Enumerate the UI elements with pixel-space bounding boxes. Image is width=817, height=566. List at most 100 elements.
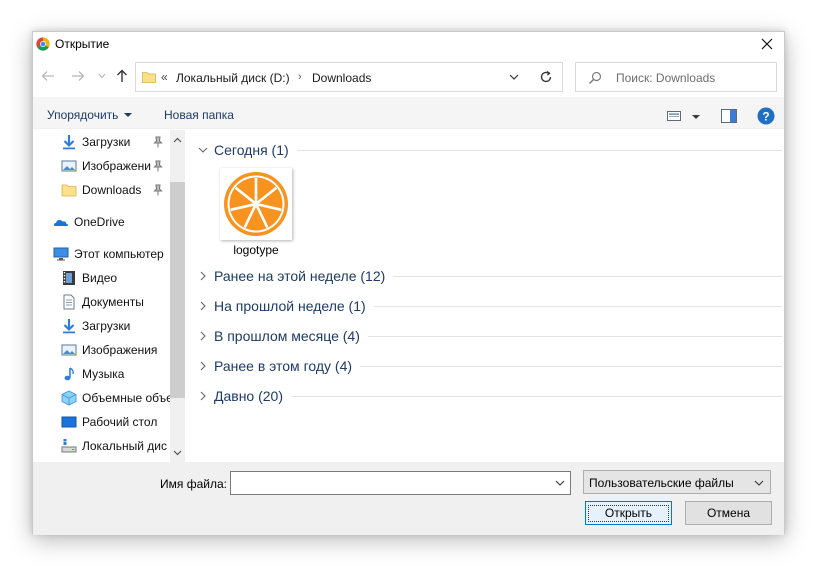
chevron-down-icon (173, 450, 182, 455)
view-caret-icon[interactable] (692, 115, 700, 119)
chevron-right-icon (200, 301, 206, 311)
computer-icon (53, 247, 69, 261)
arrow-right-icon (72, 71, 85, 81)
arrow-up-icon (117, 69, 127, 82)
group-label: Сегодня (1) (214, 142, 289, 158)
preview-pane-icon[interactable] (721, 109, 737, 123)
search-placeholder: Поиск: Downloads (616, 71, 716, 85)
sidebar-item-this-pc[interactable]: Этот компьютер (53, 243, 164, 265)
sidebar-item-pictures[interactable]: Изображения (61, 339, 157, 361)
group-long-ago[interactable]: Давно (20) (196, 386, 782, 406)
close-icon (761, 38, 773, 50)
pin-icon[interactable] (153, 184, 163, 196)
folder-icon (61, 184, 77, 197)
sidebar-item-local-disk[interactable]: Локальный дис (61, 435, 167, 457)
chevron-down-icon[interactable] (554, 477, 566, 489)
back-button[interactable] (39, 67, 57, 85)
arrow-left-icon (41, 71, 54, 81)
filename-input[interactable] (230, 471, 571, 495)
sidebar-item-video[interactable]: Видео (61, 267, 117, 289)
group-today[interactable]: Сегодня (1) (196, 140, 782, 160)
file-name[interactable]: logotype (213, 243, 299, 257)
sidebar-item-documents[interactable]: Документы (61, 291, 144, 313)
refresh-button[interactable] (535, 66, 557, 88)
title-bar: Открытие (33, 32, 784, 56)
sidebar-item-quick-pictures[interactable]: Изображени (61, 155, 151, 177)
chevron-down-icon (98, 73, 106, 79)
group-label: Ранее в этом году (4) (214, 358, 353, 374)
recent-locations-button[interactable] (93, 67, 111, 85)
scroll-down-button[interactable] (170, 445, 185, 460)
group-divider (360, 365, 782, 367)
group-divider (367, 335, 782, 337)
group-earlier-this-week[interactable]: Ранее на этой неделе (12) (196, 266, 782, 286)
group-last-week[interactable]: На прошлой неделе (1) (196, 296, 782, 316)
search-icon (589, 71, 602, 84)
address-overflow[interactable]: « (161, 70, 168, 84)
sidebar-item-onedrive[interactable]: OneDrive (53, 211, 125, 233)
chevron-down-icon (754, 480, 764, 486)
download-arrow-icon (63, 319, 75, 334)
help-icon[interactable]: ? (757, 107, 775, 125)
pictures-icon (61, 344, 77, 356)
group-label: Ранее на этой неделе (12) (214, 268, 386, 284)
forward-button[interactable] (69, 67, 87, 85)
address-bar[interactable]: « Локальный диск (D:) › Downloads (135, 62, 563, 92)
sidebar-item-label: Документы (82, 295, 144, 309)
chevron-down-icon[interactable] (506, 69, 522, 85)
command-toolbar: Упорядочить Новая папка ? (33, 97, 784, 129)
sidebar-item-quick-downloads-folder[interactable]: Downloads (61, 179, 141, 201)
file-thumbnail[interactable] (220, 168, 292, 240)
drive-icon (61, 439, 77, 453)
open-button-label: Открыть (587, 504, 670, 522)
group-label: На прошлой неделе (1) (214, 298, 366, 314)
new-folder-button[interactable]: Новая папка (164, 108, 234, 122)
sidebar-item-music[interactable]: Музыка (61, 363, 124, 385)
cancel-button[interactable]: Отмена (685, 501, 772, 525)
scroll-up-button[interactable] (170, 132, 185, 147)
pin-icon[interactable] (153, 160, 163, 172)
up-button[interactable] (113, 67, 131, 85)
group-earlier-this-year[interactable]: Ранее в этом году (4) (196, 356, 782, 376)
open-file-dialog: Открытие « Локальный диск (D:) › Downloa… (32, 31, 785, 535)
file-type-select[interactable]: Пользовательские файлы (583, 470, 771, 494)
breadcrumb-separator[interactable]: › (298, 71, 302, 83)
scrollbar-thumb[interactable] (170, 182, 185, 398)
sidebar-item-label: Изображения (82, 343, 158, 357)
group-divider (296, 149, 782, 151)
sidebar-scrollbar[interactable] (170, 130, 185, 462)
breadcrumb-local-disk[interactable]: Локальный диск (D:) (176, 71, 290, 85)
chrome-icon (36, 37, 50, 51)
sidebar-item-label: Видео (82, 271, 118, 285)
group-last-month[interactable]: В прошлом месяце (4) (196, 326, 782, 346)
navigation-pane: Загрузки Изображени Downloads OneDrive Э… (33, 130, 185, 462)
pin-icon[interactable] (153, 136, 163, 148)
view-options-icon[interactable] (667, 111, 681, 121)
svg-text:?: ? (762, 109, 769, 123)
organize-button[interactable]: Упорядочить (47, 108, 133, 122)
chevron-down-icon (198, 147, 208, 153)
group-label: Давно (20) (214, 388, 284, 404)
desktop-icon (61, 416, 77, 428)
pictures-icon (61, 160, 77, 172)
chevron-right-icon (200, 361, 206, 371)
close-button[interactable] (752, 32, 782, 56)
open-button[interactable]: Открыть (585, 501, 672, 525)
sidebar-item-label: Этот компьютер (74, 247, 164, 261)
group-divider (291, 395, 782, 397)
sidebar-item-desktop[interactable]: Рабочий стол (61, 411, 157, 433)
sidebar-item-quick-downloads[interactable]: Загрузки (61, 131, 130, 153)
music-icon (64, 367, 74, 381)
breadcrumb-downloads[interactable]: Downloads (312, 71, 371, 85)
sidebar-item-label: Загрузки (82, 135, 131, 149)
sidebar-item-label: Рабочий стол (82, 415, 158, 429)
window-title: Открытие (55, 37, 110, 51)
group-divider (393, 275, 782, 277)
sidebar-item-downloads[interactable]: Загрузки (61, 315, 130, 337)
chevron-right-icon (200, 391, 206, 401)
search-box[interactable]: Поиск: Downloads (575, 62, 777, 92)
download-arrow-icon (63, 135, 75, 150)
orange-slice-icon (224, 172, 288, 236)
sidebar-item-3d-objects[interactable]: Объемные объе (61, 387, 173, 409)
sidebar-item-label: Загрузки (82, 319, 131, 333)
